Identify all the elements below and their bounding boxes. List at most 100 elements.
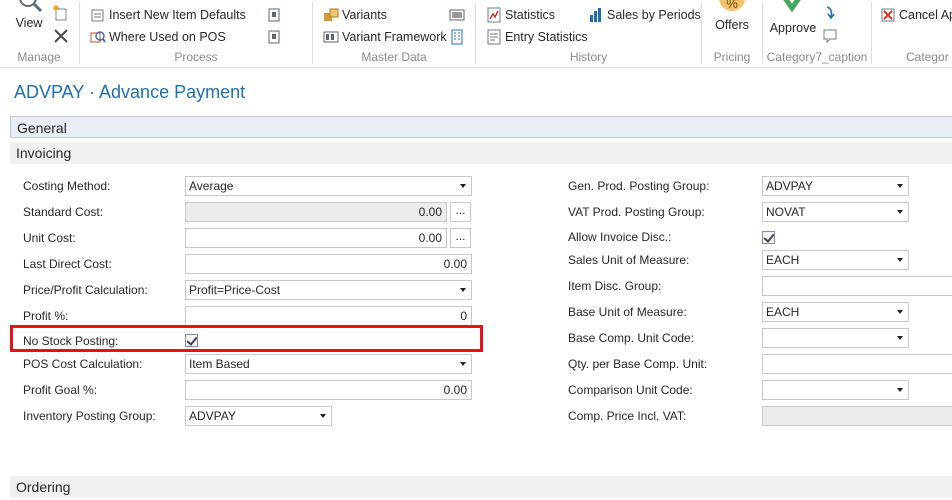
comparison-unit-code-dropdown[interactable] [762, 380, 909, 400]
delete-x-icon[interactable] [53, 28, 69, 44]
where-used-label: Where Used on POS [109, 30, 226, 44]
chevron-down-icon [897, 310, 903, 314]
unit-cost-label: Unit Cost: [23, 231, 76, 245]
unit-cost-assist-button[interactable]: ... [450, 228, 471, 248]
chevron-down-icon [460, 184, 466, 188]
inventory-posting-group-dropdown[interactable]: ADVPAY [185, 406, 332, 426]
percent-offer-icon: % [719, 0, 745, 11]
ribbon-group-manage: View Manage [0, 0, 78, 68]
costing-method-label: Costing Method: [23, 179, 111, 193]
comparison-unit-code-label: Comparison Unit Code: [568, 383, 693, 397]
statistics-button[interactable]: Statistics [486, 6, 555, 24]
comment-icon[interactable] [822, 28, 838, 44]
insert-new-item-defaults-button[interactable]: Insert New Item Defaults [90, 6, 246, 24]
vat-prod-posting-group-label: VAT Prod. Posting Group: [568, 205, 705, 219]
tab-ordering[interactable]: Ordering [10, 476, 952, 498]
entry-statistics-icon [487, 29, 501, 45]
base-unit-of-measure-dropdown[interactable]: EACH [762, 302, 909, 322]
profit-goal-pct-label: Profit Goal %: [23, 383, 98, 397]
group-caption-category: Categor [906, 50, 949, 64]
variant-framework-button[interactable]: Variant Framework [323, 28, 447, 46]
svg-text:%: % [726, 0, 738, 11]
new-document-icon[interactable] [53, 5, 69, 21]
group-caption-history: History [569, 50, 608, 64]
ribbon-group-category: Cancel Ap Categor [872, 0, 952, 68]
ribbon-group-category7: Approve Category7_caption [763, 0, 871, 68]
group-caption-category7: Category7_caption [766, 50, 868, 64]
sales-chart-icon [590, 8, 601, 22]
sales-unit-of-measure-dropdown[interactable]: EACH [762, 250, 909, 270]
building-icon[interactable] [449, 29, 465, 45]
variants-icon [324, 8, 339, 21]
comp-price-incl-vat-label: Comp. Price Incl. VAT: [568, 409, 687, 423]
inventory-posting-group-label: Inventory Posting Group: [23, 409, 156, 423]
entry-statistics-button[interactable]: Entry Statistics [486, 28, 588, 46]
entry-statistics-label: Entry Statistics [505, 30, 588, 44]
pos-cost-calculation-dropdown[interactable]: Item Based [185, 354, 472, 374]
gen-prod-posting-group-value: ADVPAY [766, 179, 813, 193]
chevron-down-icon [460, 288, 466, 292]
item-disc-group-field[interactable] [762, 276, 952, 296]
tab-general[interactable]: General [10, 116, 952, 138]
group-caption-process: Process [174, 50, 218, 64]
profit-pct-field[interactable]: 0 [185, 306, 472, 326]
arrow-down-icon[interactable] [823, 5, 837, 21]
comp-price-incl-vat-field[interactable] [762, 406, 952, 426]
variants-button[interactable]: Variants [323, 6, 387, 24]
offers-button[interactable]: % Offers [714, 0, 750, 40]
sales-by-periods-button[interactable]: Sales by Periods [588, 6, 701, 24]
variant-framework-icon [323, 31, 339, 43]
price-profit-calculation-dropdown[interactable]: Profit=Price-Cost [185, 280, 472, 300]
barcode-icon[interactable] [449, 7, 465, 23]
gen-prod-posting-group-dropdown[interactable]: ADVPAY [762, 176, 909, 196]
ribbon-group-history: Statistics Entry Statistics Sales by Per… [476, 0, 701, 68]
tab-invoicing[interactable]: Invoicing [10, 142, 952, 164]
variants-label: Variants [342, 8, 387, 22]
profit-goal-pct-field[interactable]: 0.00 [185, 380, 472, 400]
base-unit-of-measure-value: EACH [766, 305, 800, 319]
qty-per-base-comp-unit-label: Qty. per Base Comp. Unit: [568, 357, 708, 371]
pos-cost-calculation-value: Item Based [189, 357, 250, 371]
cancel-approval-icon [881, 8, 895, 22]
page-title: ADVPAY · Advance Payment [14, 82, 246, 102]
ribbon-group-process: Insert New Item Defaults Where Used on P… [80, 0, 312, 68]
chevron-down-icon [897, 184, 903, 188]
allow-invoice-disc-checkbox[interactable] [762, 231, 775, 244]
where-used-on-pos-button[interactable]: Where Used on POS [90, 28, 226, 46]
standard-cost-assist-button[interactable]: ... [450, 202, 471, 222]
ribbon-group-master-data: Variants Variant Framework Master Data [313, 0, 475, 68]
where-used-icon [90, 31, 106, 43]
group-caption-pricing: Pricing [713, 50, 751, 64]
item-disc-group-label: Item Disc. Group: [568, 279, 662, 293]
standard-cost-field[interactable]: 0.00 [185, 202, 447, 222]
cancel-approval-button[interactable]: Cancel Ap [880, 6, 952, 24]
process-doc-icon-1[interactable] [266, 7, 282, 23]
inventory-posting-group-value: ADVPAY [189, 409, 236, 423]
chevron-down-icon [460, 362, 466, 366]
offers-label: Offers [715, 18, 749, 32]
costing-method-dropdown[interactable]: Average [185, 176, 472, 196]
base-comp-unit-code-label: Base Comp. Unit Code: [568, 331, 695, 345]
gen-prod-posting-group-label: Gen. Prod. Posting Group: [568, 179, 710, 193]
sales-by-periods-label: Sales by Periods [607, 8, 701, 22]
process-doc-icon-2[interactable] [266, 29, 282, 45]
vat-prod-posting-group-dropdown[interactable]: NOVAT [762, 202, 909, 222]
price-profit-calculation-value: Profit=Price-Cost [189, 283, 281, 297]
chevron-down-icon [320, 414, 326, 418]
chevron-down-icon [897, 258, 903, 262]
sales-unit-of-measure-value: EACH [766, 253, 800, 267]
variant-framework-label: Variant Framework [342, 30, 447, 44]
view-button[interactable]: View [14, 0, 44, 34]
insert-defaults-label: Insert New Item Defaults [109, 8, 246, 22]
unit-cost-field[interactable]: 0.00 [185, 228, 447, 248]
last-direct-cost-field[interactable]: 0.00 [185, 254, 472, 274]
qty-per-base-comp-unit-field[interactable] [762, 354, 952, 374]
allow-invoice-disc-label: Allow Invoice Disc.: [568, 230, 672, 244]
base-comp-unit-code-dropdown[interactable] [762, 328, 909, 348]
approve-button[interactable]: Approve [769, 0, 817, 40]
statistics-icon [487, 7, 501, 23]
standard-cost-label: Standard Cost: [23, 205, 104, 219]
price-profit-calculation-label: Price/Profit Calculation: [23, 283, 148, 297]
chevron-down-icon [897, 388, 903, 392]
vat-prod-posting-group-value: NOVAT [766, 205, 806, 219]
